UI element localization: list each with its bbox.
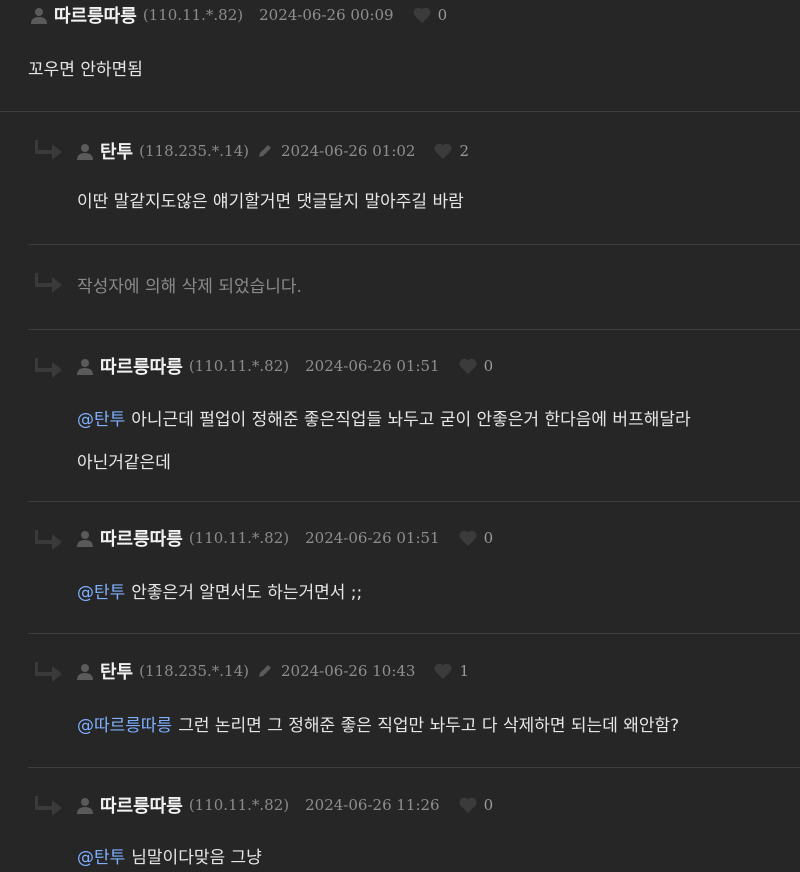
nickname[interactable]: 탄투 xyxy=(100,658,133,684)
comment-thread: 따르릉따릉 (110.11.*.82) 2024-06-26 00:09 0 꼬… xyxy=(0,0,800,872)
timestamp: 2024-06-26 01:51 xyxy=(305,357,440,375)
like-count: 0 xyxy=(483,529,494,547)
reply-comment: 따르릉따릉 (110.11.*.82) 2024-06-26 01:51 0 @… xyxy=(0,330,800,502)
reply-arrow-icon xyxy=(35,358,62,378)
nickname[interactable]: 따르릉따릉 xyxy=(100,792,183,818)
comment-text: 아니근데 펄업이 정해준 좋은직업들 놔두고 굳이 안좋은거 한다음에 버프해달… xyxy=(131,410,691,430)
comment-body-line2: 아닌거같은데 xyxy=(77,447,171,479)
heart-icon[interactable] xyxy=(458,796,478,814)
reply-comment: 따르릉따릉 (110.11.*.82) 2024-06-26 01:51 0 @… xyxy=(0,502,800,634)
nickname[interactable]: 따르릉따릉 xyxy=(54,2,137,28)
ip-address: (110.11.*.82) xyxy=(188,357,290,375)
ip-address: (110.11.*.82) xyxy=(142,6,244,24)
comment-text: 이딴 말같지도않은 얘기할거면 댓글달지 말아주길 바람 xyxy=(77,192,464,212)
mention-link[interactable]: @따르릉따릉 xyxy=(77,716,172,736)
deleted-notice: 작성자에 의해 삭제 되었습니다. xyxy=(77,277,302,297)
comment-text: 그런 논리면 그 정해준 좋은 직업만 놔두고 다 삭제하면 되는데 왜안함? xyxy=(178,716,680,736)
reply-arrow-icon xyxy=(35,273,62,293)
person-icon xyxy=(77,359,93,375)
comment-meta: 탄투 (118.235.*.14) 2024-06-26 01:02 2 xyxy=(76,138,469,164)
comment-body: @탄투 님말이다맞음 그냥 xyxy=(77,842,262,872)
reply-comment: 탄투 (118.235.*.14) 2024-06-26 10:43 1 @따르… xyxy=(0,634,800,768)
mention-link[interactable]: @탄투 xyxy=(77,848,125,868)
reply-arrow-icon xyxy=(35,530,62,550)
nickname[interactable]: 따르릉따릉 xyxy=(100,353,183,379)
pencil-icon xyxy=(258,665,271,677)
mention-link[interactable]: @탄투 xyxy=(77,410,125,430)
person-icon xyxy=(77,798,93,814)
comment: 따르릉따릉 (110.11.*.82) 2024-06-26 00:09 0 꼬… xyxy=(0,0,800,112)
pencil-icon xyxy=(258,145,271,157)
heart-icon[interactable] xyxy=(458,529,478,547)
timestamp: 2024-06-26 01:51 xyxy=(305,529,440,547)
ip-address: (110.11.*.82) xyxy=(188,796,290,814)
comment-text: 아닌거같은데 xyxy=(77,453,171,473)
deleted-comment: 작성자에 의해 삭제 되었습니다. xyxy=(0,245,800,330)
timestamp: 2024-06-26 11:26 xyxy=(305,796,440,814)
heart-icon[interactable] xyxy=(433,142,453,160)
comment-meta: 따르릉따릉 (110.11.*.82) 2024-06-26 01:51 0 xyxy=(76,525,493,551)
mention-link[interactable]: @탄투 xyxy=(77,583,125,603)
heart-icon[interactable] xyxy=(458,357,478,375)
timestamp: 2024-06-26 01:02 xyxy=(280,142,416,160)
timestamp: 2024-06-26 00:09 xyxy=(259,6,394,24)
comment-body: @탄투 아니근데 펄업이 정해준 좋은직업들 놔두고 굳이 안좋은거 한다음에 버… xyxy=(77,404,691,436)
comment-meta: 탄투 (118.235.*.14) 2024-06-26 10:43 1 xyxy=(76,658,469,684)
like-count: 2 xyxy=(459,142,470,160)
ip-address: (118.235.*.14) xyxy=(139,662,249,680)
reply-arrow-icon xyxy=(35,796,62,816)
like-count: 1 xyxy=(459,662,470,680)
timestamp: 2024-06-26 10:43 xyxy=(280,662,416,680)
person-icon xyxy=(77,144,93,160)
comment-meta: 따르릉따릉 (110.11.*.82) 2024-06-26 01:51 0 xyxy=(76,353,493,379)
ip-address: (110.11.*.82) xyxy=(188,529,290,547)
like-count: 0 xyxy=(483,357,494,375)
comment-body: @탄투 안좋은거 알면서도 하는거면서 ;; xyxy=(77,577,362,609)
person-icon xyxy=(77,531,93,547)
comment-body: 꼬우면 안하면됨 xyxy=(28,54,143,86)
nickname[interactable]: 따르릉따릉 xyxy=(100,525,183,551)
reply-comment: 탄투 (118.235.*.14) 2024-06-26 01:02 2 이딴 … xyxy=(0,112,800,245)
comment-meta: 따르릉따릉 (110.11.*.82) 2024-06-26 00:09 0 xyxy=(30,2,447,28)
comment-text: 꼬우면 안하면됨 xyxy=(28,60,143,80)
ip-address: (118.235.*.14) xyxy=(139,142,249,160)
comment-text: 님말이다맞음 그냥 xyxy=(131,848,262,868)
nickname[interactable]: 탄투 xyxy=(100,138,133,164)
person-icon xyxy=(77,664,93,680)
heart-icon[interactable] xyxy=(412,6,432,24)
comment-text: 안좋은거 알면서도 하는거면서 ;; xyxy=(131,583,363,603)
comment-body: 작성자에 의해 삭제 되었습니다. xyxy=(77,271,302,303)
person-icon xyxy=(31,8,47,24)
like-count: 0 xyxy=(483,796,494,814)
like-count: 0 xyxy=(437,6,448,24)
comment-body: 이딴 말같지도않은 얘기할거면 댓글달지 말아주길 바람 xyxy=(77,186,464,218)
reply-arrow-icon xyxy=(35,662,62,682)
comment-body: @따르릉따릉 그런 논리면 그 정해준 좋은 직업만 놔두고 다 삭제하면 되는데… xyxy=(77,710,679,742)
reply-arrow-icon xyxy=(35,140,62,160)
heart-icon[interactable] xyxy=(433,662,453,680)
reply-comment: 따르릉따릉 (110.11.*.82) 2024-06-26 11:26 0 @… xyxy=(0,768,800,872)
comment-meta: 따르릉따릉 (110.11.*.82) 2024-06-26 11:26 0 xyxy=(76,792,493,818)
